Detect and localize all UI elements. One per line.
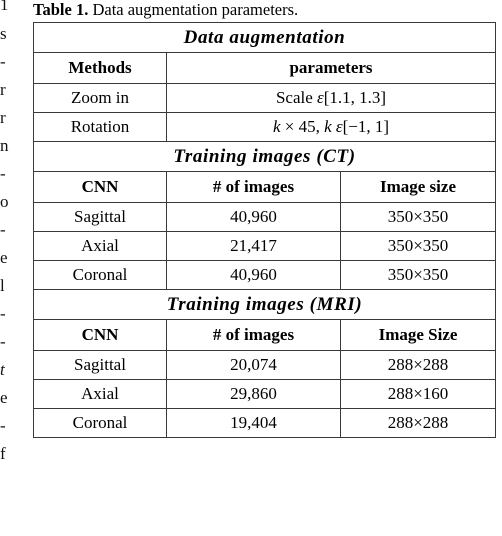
cell-cnn-ct-axial: Axial bbox=[33, 231, 167, 261]
gutter-glyph-12: - bbox=[0, 332, 6, 351]
section-header-row: Training images (CT) bbox=[33, 141, 496, 172]
table-row: Sagittal 40,960 350×350 bbox=[33, 202, 496, 232]
gutter-glyph-11: - bbox=[0, 304, 6, 323]
cell-cnn-mri-coronal: Coronal bbox=[33, 408, 167, 438]
page-gutter-text-fragments: 1s-rrn-o-el--te-f bbox=[0, 0, 26, 536]
column-header-parameters: parameters bbox=[166, 52, 496, 84]
cell-images-ct-sagittal: 40,960 bbox=[166, 202, 341, 232]
section-title-training-images-ct: Training images (CT) bbox=[33, 141, 496, 172]
cell-cnn-ct-sagittal: Sagittal bbox=[33, 202, 167, 232]
table-container: Data augmentation Methods parameters Zoo… bbox=[33, 22, 496, 438]
table-row: Axial 21,417 350×350 bbox=[33, 231, 496, 261]
column-header-row: CNN # of images Image Size bbox=[33, 319, 496, 351]
cell-size-mri-coronal: 288×288 bbox=[340, 408, 496, 438]
cell-size-mri-sagittal: 288×288 bbox=[340, 350, 496, 380]
cell-images-ct-axial: 21,417 bbox=[166, 231, 341, 261]
table-row: Sagittal 20,074 288×288 bbox=[33, 350, 496, 380]
gutter-glyph-9: e bbox=[0, 248, 8, 267]
table-row: Coronal 19,404 288×288 bbox=[33, 408, 496, 438]
gutter-glyph-0: 1 bbox=[0, 0, 9, 14]
section-title-data-augmentation: Data augmentation bbox=[33, 22, 496, 53]
section-header-row: Training images (MRI) bbox=[33, 289, 496, 320]
cell-method-zoom-in: Zoom in bbox=[33, 83, 167, 113]
column-header-methods: Methods bbox=[33, 52, 167, 84]
cell-images-ct-coronal: 40,960 bbox=[166, 260, 341, 290]
table-row: Zoom in Scale ε[1.1, 1.3] bbox=[33, 83, 496, 113]
gutter-glyph-1: s bbox=[0, 24, 7, 43]
table-caption: Table 1. Data augmentation parameters. bbox=[33, 0, 499, 19]
cell-cnn-ct-coronal: Coronal bbox=[33, 260, 167, 290]
cell-images-mri-axial: 29,860 bbox=[166, 379, 341, 409]
column-header-cnn-mri: CNN bbox=[33, 319, 167, 351]
cell-cnn-mri-sagittal: Sagittal bbox=[33, 350, 167, 380]
column-header-row: Methods parameters bbox=[33, 52, 496, 84]
gutter-glyph-4: r bbox=[0, 108, 6, 127]
cell-method-rotation: Rotation bbox=[33, 112, 167, 142]
gutter-glyph-7: o bbox=[0, 192, 9, 211]
table-caption-label: Table 1. bbox=[33, 0, 89, 19]
table-caption-text: Data augmentation parameters. bbox=[88, 0, 299, 19]
gutter-glyph-15: - bbox=[0, 416, 6, 435]
gutter-glyph-3: r bbox=[0, 80, 6, 99]
cell-images-mri-sagittal: 20,074 bbox=[166, 350, 341, 380]
table-row: Coronal 40,960 350×350 bbox=[33, 260, 496, 290]
column-header-image-size-ct: Image size bbox=[340, 171, 496, 203]
gutter-glyph-2: - bbox=[0, 52, 6, 71]
gutter-glyph-8: - bbox=[0, 220, 6, 239]
gutter-glyph-13: t bbox=[0, 360, 5, 379]
data-augmentation-table: Data augmentation Methods parameters Zoo… bbox=[33, 22, 496, 438]
column-header-num-images-ct: # of images bbox=[166, 171, 341, 203]
column-header-image-size-mri: Image Size bbox=[340, 319, 496, 351]
gutter-glyph-16: f bbox=[0, 444, 6, 463]
cell-images-mri-coronal: 19,404 bbox=[166, 408, 341, 438]
table-row: Axial 29,860 288×160 bbox=[33, 379, 496, 409]
cell-size-mri-axial: 288×160 bbox=[340, 379, 496, 409]
section-title-training-images-mri: Training images (MRI) bbox=[33, 289, 496, 320]
cell-cnn-mri-axial: Axial bbox=[33, 379, 167, 409]
cell-size-ct-axial: 350×350 bbox=[340, 231, 496, 261]
section-header-row: Data augmentation bbox=[33, 22, 496, 53]
table-row: Rotation k × 45, k ε[−1, 1] bbox=[33, 112, 496, 142]
cell-size-ct-sagittal: 350×350 bbox=[340, 202, 496, 232]
gutter-glyph-10: l bbox=[0, 276, 5, 295]
cell-size-ct-coronal: 350×350 bbox=[340, 260, 496, 290]
column-header-row: CNN # of images Image size bbox=[33, 171, 496, 203]
column-header-cnn-ct: CNN bbox=[33, 171, 167, 203]
gutter-glyph-6: - bbox=[0, 164, 6, 183]
gutter-glyph-14: e bbox=[0, 388, 8, 407]
column-header-num-images-mri: # of images bbox=[166, 319, 341, 351]
cell-parameters-zoom-in: Scale ε[1.1, 1.3] bbox=[166, 83, 496, 113]
cell-parameters-rotation: k × 45, k ε[−1, 1] bbox=[166, 112, 496, 142]
gutter-glyph-5: n bbox=[0, 136, 9, 155]
